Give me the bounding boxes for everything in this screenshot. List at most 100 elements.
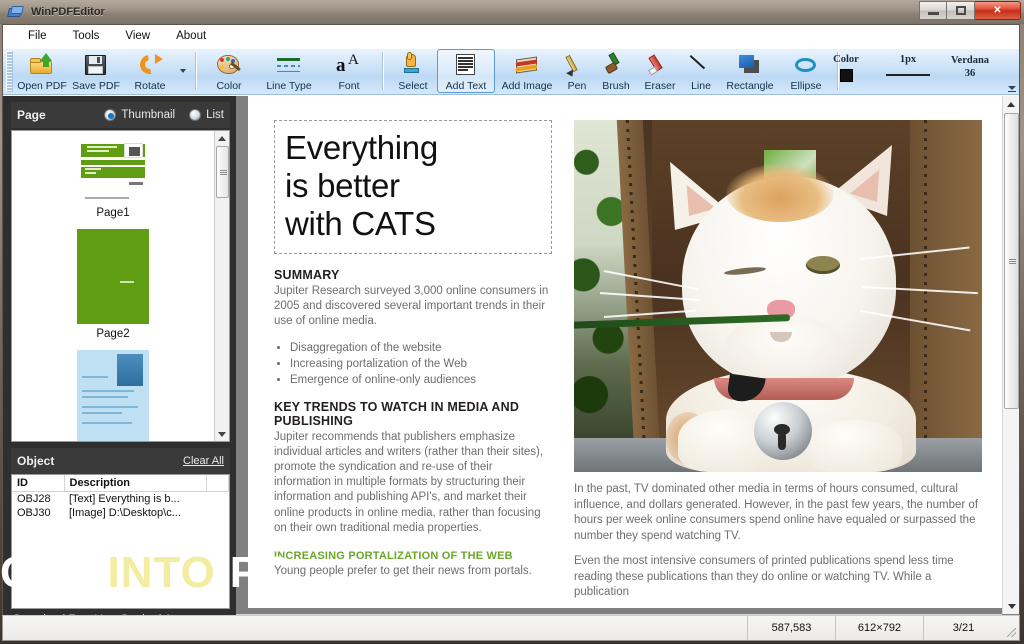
- eraser-tool-button[interactable]: Eraser: [637, 49, 683, 93]
- scrollbar-thumb[interactable]: [216, 146, 229, 198]
- radio-selected-icon: [104, 109, 117, 121]
- menu-item-file[interactable]: File: [15, 27, 60, 45]
- resize-grip-icon[interactable]: [1003, 616, 1019, 640]
- headline-textbox[interactable]: Everything is better with CATS: [274, 120, 552, 254]
- line-type-button[interactable]: Line Type: [256, 49, 322, 93]
- pdf-page-content: Everything is better with CATS SUMMARY J…: [248, 96, 1008, 608]
- line-icon: [688, 53, 714, 77]
- current-color-group[interactable]: Color: [815, 49, 877, 94]
- select-tool-button[interactable]: Select: [389, 49, 437, 93]
- list-view-radio[interactable]: List: [189, 109, 224, 121]
- radio-unselected-icon: [189, 109, 202, 121]
- scroll-up-arrow-icon[interactable]: [215, 131, 229, 145]
- open-pdf-button[interactable]: Open PDF: [15, 49, 69, 93]
- main-body: Page Thumbnail List Page1 Page2 Object C…: [3, 96, 1019, 631]
- pdf-page[interactable]: Everything is better with CATS SUMMARY J…: [248, 96, 1008, 608]
- brush-label: Brush: [602, 80, 630, 92]
- object-panel-header: Object Clear All: [11, 448, 230, 474]
- thumbnail-caption: Page1: [96, 207, 130, 219]
- table-row[interactable]: OBJ30 [Image] D:\Desktop\c...: [12, 506, 229, 520]
- object-panel-title: Object: [17, 454, 55, 468]
- pen-tool-button[interactable]: Pen: [559, 49, 595, 93]
- document-headline: Everything is better with CATS: [285, 129, 438, 242]
- cat-photo[interactable]: [574, 120, 982, 472]
- thumbnail-item-page1[interactable]: Page1: [12, 141, 214, 219]
- toolbar-group-file: Open PDF Save PDF Rotate: [15, 49, 189, 94]
- rectangle-tool-button[interactable]: Rectangle: [719, 49, 781, 93]
- page-panel-header: Page Thumbnail List: [11, 102, 230, 128]
- current-font-group[interactable]: Verdana 36: [939, 49, 1001, 94]
- summary-body: Jupiter Research surveyed 3,000 online c…: [274, 285, 549, 328]
- thumbnail-scroll-content: Page1 Page2: [12, 131, 214, 441]
- toolbar-overflow-button[interactable]: [1007, 81, 1016, 92]
- status-page-size: 612×792: [835, 616, 923, 640]
- document-right-column: In the past, TV dominated other media in…: [574, 120, 982, 601]
- floppy-disk-icon: [83, 53, 109, 77]
- toolbar-group-tools: Select Add Text Add Image Pen Brush Eras…: [389, 49, 831, 94]
- toolbar-separator-2: [382, 52, 383, 90]
- font-button[interactable]: aA Font: [322, 49, 376, 93]
- toolbar-grip[interactable]: [6, 51, 13, 92]
- trends-heading: KEY TRENDS TO WATCH IN MEDIA AND PUBLISH…: [274, 399, 520, 428]
- trends-body: Jupiter recommends that publishers empha…: [274, 430, 544, 534]
- current-font-size: 36: [964, 68, 976, 79]
- close-icon: ✕: [993, 5, 1002, 16]
- vertical-scrollbar-thumb[interactable]: [1004, 113, 1019, 409]
- add-image-tool-button[interactable]: Add Image: [495, 49, 559, 93]
- pen-icon: [564, 53, 590, 79]
- window-controls: ✕: [919, 1, 1021, 20]
- add-text-label: Add Text: [445, 80, 487, 92]
- minimize-button[interactable]: [919, 1, 947, 20]
- color-button[interactable]: Color: [202, 49, 256, 93]
- color-label: Color: [216, 80, 242, 92]
- pen-label: Pen: [567, 80, 587, 92]
- brush-tool-button[interactable]: Brush: [595, 49, 637, 93]
- current-color-label: Color: [833, 54, 859, 65]
- menu-item-tools[interactable]: Tools: [60, 27, 113, 45]
- save-pdf-label: Save PDF: [72, 80, 120, 92]
- thumbnail-list[interactable]: Page1 Page2: [11, 130, 230, 442]
- current-font-name: Verdana: [950, 55, 990, 66]
- line-tool-button[interactable]: Line: [683, 49, 719, 93]
- rotate-dropdown-button[interactable]: [177, 49, 189, 93]
- document-viewer[interactable]: Everything is better with CATS SUMMARY J…: [236, 96, 1019, 631]
- add-image-label: Add Image: [501, 80, 553, 92]
- close-button[interactable]: ✕: [975, 1, 1021, 20]
- save-pdf-button[interactable]: Save PDF: [69, 49, 123, 93]
- thumbnail-view-radio[interactable]: Thumbnail: [104, 109, 175, 121]
- rectangle-label: Rectangle: [726, 80, 774, 92]
- current-color-swatch[interactable]: [839, 69, 853, 82]
- summary-heading: SUMMARY: [274, 268, 340, 282]
- title-bar: WinPDFEditor ✕: [0, 0, 1024, 24]
- viewer-vertical-scrollbar[interactable]: [1002, 96, 1019, 614]
- status-bar: 587,583 612×792 3/21: [2, 615, 1020, 641]
- thumbnail-scrollbar[interactable]: [214, 131, 229, 441]
- thumbnail-item-page2[interactable]: Page2: [12, 229, 214, 340]
- column-header-description[interactable]: Description: [64, 475, 207, 492]
- clear-all-link[interactable]: Clear All: [183, 455, 224, 467]
- scroll-up-arrow-icon[interactable]: [1003, 96, 1019, 112]
- list-item: Increasing portalization of the Web: [290, 356, 552, 372]
- rotate-arrow-icon: [136, 51, 163, 78]
- toolbar-group-style: Color Line Type aA Font: [202, 49, 376, 94]
- column-header-extra[interactable]: [206, 475, 229, 492]
- table-row[interactable]: OBJ28 [Text] Everything is b...: [12, 492, 229, 507]
- toolbar-properties: Color 1px Verdana 36: [815, 49, 1001, 94]
- object-description: [Image] D:\Desktop\c...: [69, 507, 181, 519]
- thumbnail-item-page3[interactable]: [12, 350, 214, 441]
- object-id: OBJ30: [17, 507, 51, 519]
- menu-item-view[interactable]: View: [112, 27, 163, 45]
- menu-item-about[interactable]: About: [163, 27, 219, 45]
- left-dock: Page Thumbnail List Page1 Page2 Object C…: [3, 96, 236, 631]
- portal-heading: INCREASING PORTALIZATION OF THE WEB: [274, 550, 513, 563]
- scroll-down-arrow-icon[interactable]: [1003, 598, 1019, 614]
- current-line-width-group[interactable]: 1px: [877, 49, 939, 94]
- current-line-width-label: 1px: [899, 54, 917, 65]
- maximize-button[interactable]: [947, 1, 975, 20]
- object-table[interactable]: ID Description OBJ28 [Text] Everything i…: [11, 474, 230, 609]
- add-text-tool-button[interactable]: Add Text: [437, 49, 495, 93]
- font-label: Font: [338, 80, 360, 92]
- rotate-button[interactable]: Rotate: [123, 49, 177, 93]
- client-area: File Tools View About Open PDF Save PDF …: [2, 24, 1020, 632]
- column-header-id[interactable]: ID: [12, 475, 65, 492]
